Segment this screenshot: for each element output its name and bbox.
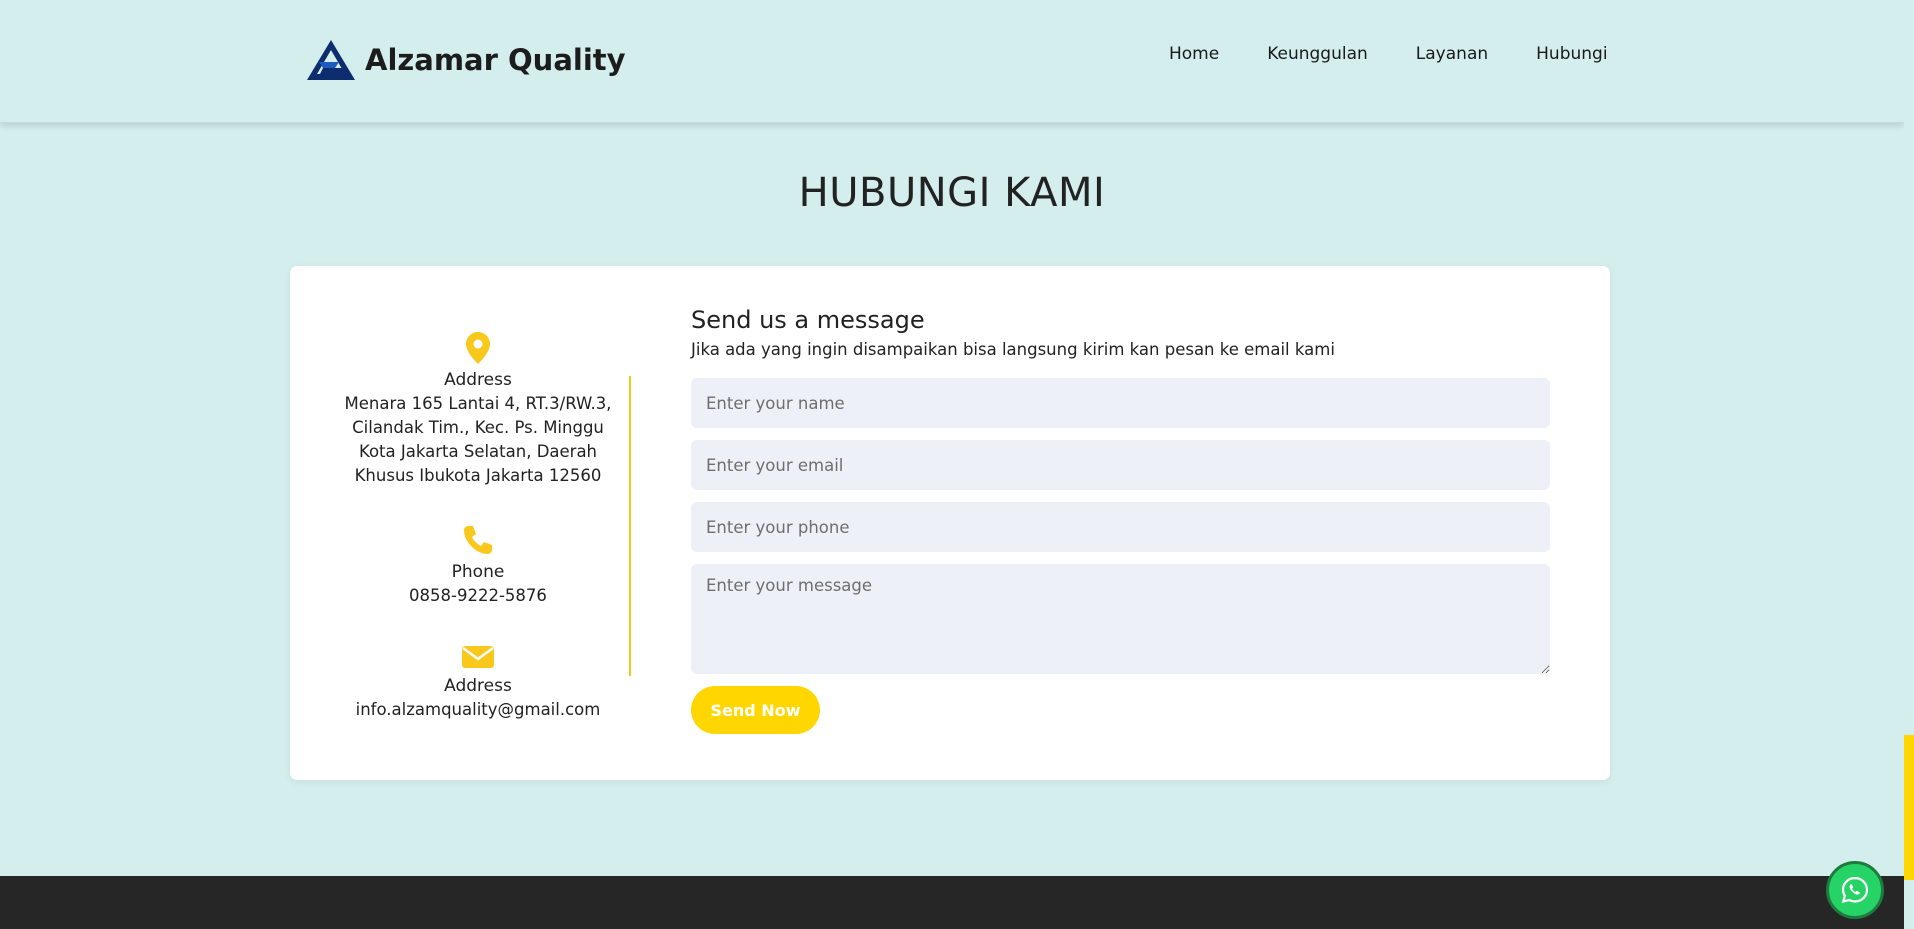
brand-logo-icon bbox=[307, 40, 355, 80]
email-label: Address bbox=[444, 676, 512, 696]
map-pin-icon bbox=[466, 332, 490, 364]
name-input[interactable] bbox=[691, 378, 1550, 428]
phone-icon bbox=[464, 526, 492, 554]
envelope-icon bbox=[462, 646, 494, 668]
email-input[interactable] bbox=[691, 440, 1550, 490]
phone-value: 0858-9222-5876 bbox=[409, 586, 547, 605]
email-block: Address info.alzamquality@gmail.com bbox=[338, 644, 618, 722]
send-now-button[interactable]: Send Now bbox=[691, 686, 820, 734]
form-title: Send us a message bbox=[691, 306, 925, 334]
address-label: Address bbox=[444, 370, 512, 390]
nav-keunggulan[interactable]: Keunggulan bbox=[1267, 44, 1368, 64]
page-title: HUBUNGI KAMI bbox=[798, 170, 1106, 216]
contact-info: Address Menara 165 Lantai 4, RT.3/RW.3, … bbox=[338, 332, 618, 758]
phone-label: Phone bbox=[451, 562, 505, 582]
contact-card: Address Menara 165 Lantai 4, RT.3/RW.3, … bbox=[290, 266, 1610, 780]
form-subtitle: Jika ada yang ingin disampaikan bisa lan… bbox=[691, 340, 1335, 359]
scrollbar-thumb[interactable] bbox=[1904, 735, 1914, 880]
footer bbox=[0, 876, 1904, 929]
top-navbar: Alzamar Quality Home Keunggulan Layanan … bbox=[0, 0, 1904, 123]
whatsapp-icon bbox=[1841, 876, 1869, 904]
main-nav: Home Keunggulan Layanan Hubungi bbox=[1169, 44, 1608, 64]
phone-input[interactable] bbox=[691, 502, 1550, 552]
brand-name: Alzamar Quality bbox=[365, 43, 626, 77]
whatsapp-button[interactable] bbox=[1826, 861, 1884, 919]
nav-home[interactable]: Home bbox=[1169, 44, 1219, 64]
brand[interactable]: Alzamar Quality bbox=[305, 38, 626, 82]
address-value: Menara 165 Lantai 4, RT.3/RW.3, Cilandak… bbox=[344, 394, 612, 485]
phone-block: Phone 0858-9222-5876 bbox=[338, 524, 618, 608]
nav-layanan[interactable]: Layanan bbox=[1416, 44, 1488, 64]
nav-hubungi[interactable]: Hubungi bbox=[1536, 44, 1607, 64]
message-form: Send us a message Jika ada yang ingin di… bbox=[691, 306, 1551, 734]
address-block: Address Menara 165 Lantai 4, RT.3/RW.3, … bbox=[338, 332, 618, 488]
divider bbox=[629, 376, 631, 676]
email-value: info.alzamquality@gmail.com bbox=[355, 700, 601, 719]
message-input[interactable] bbox=[691, 564, 1550, 674]
